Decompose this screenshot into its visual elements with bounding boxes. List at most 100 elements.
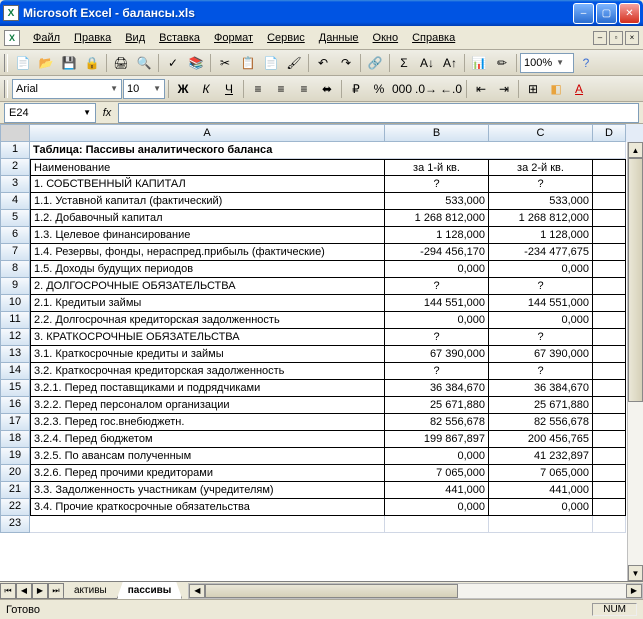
cell[interactable]: 1 128,000	[385, 227, 489, 244]
cell[interactable]: ?	[385, 329, 489, 346]
scroll-up-icon[interactable]: ▲	[628, 142, 643, 158]
cell[interactable]: 7 065,000	[385, 465, 489, 482]
merge-center-button[interactable]: ⬌	[316, 78, 338, 100]
increase-decimal-button[interactable]: .0→	[414, 78, 438, 100]
cell[interactable]: 1.1. Уставной капитал (фактический)	[30, 193, 385, 210]
name-box-dropdown-icon[interactable]: ▼	[83, 108, 91, 117]
cell[interactable]: 36 384,670	[489, 380, 593, 397]
menu-tools[interactable]: Сервис	[260, 30, 312, 46]
cell[interactable]	[593, 193, 626, 210]
scroll-right-icon[interactable]: ▶	[626, 584, 642, 598]
row-header[interactable]: 7	[0, 244, 30, 261]
close-button[interactable]: ✕	[619, 3, 640, 24]
underline-button[interactable]: Ч	[218, 78, 240, 100]
cell[interactable]	[30, 516, 385, 533]
spelling-button[interactable]: ✓	[162, 52, 184, 74]
format-painter-button[interactable]: 🖌	[283, 52, 305, 74]
row-header[interactable]: 18	[0, 431, 30, 448]
row-header[interactable]: 12	[0, 329, 30, 346]
cell[interactable]	[593, 176, 626, 193]
hyperlink-button[interactable]: 🔗	[364, 52, 386, 74]
sort-desc-button[interactable]: A↑	[439, 52, 461, 74]
menu-window[interactable]: Окно	[366, 30, 406, 46]
row-header[interactable]: 2	[0, 159, 30, 176]
row-header[interactable]: 8	[0, 261, 30, 278]
decrease-decimal-button[interactable]: ←.0	[439, 78, 463, 100]
font-size-combo[interactable]: 10▼	[123, 79, 165, 99]
tab-first-button[interactable]: ⏮	[0, 583, 16, 599]
cell[interactable]: 36 384,670	[385, 380, 489, 397]
cell[interactable]: ?	[385, 176, 489, 193]
row-header[interactable]: 13	[0, 346, 30, 363]
sheet-tab[interactable]: пассивы	[117, 582, 183, 599]
cell[interactable]: 0,000	[489, 261, 593, 278]
sheet-tab[interactable]: активы	[63, 582, 118, 599]
cell[interactable]: 3.2.5. По авансам полученным	[30, 448, 385, 465]
cell[interactable]: 533,000	[489, 193, 593, 210]
cell[interactable]: за 2-й кв.	[489, 159, 593, 176]
horizontal-scrollbar[interactable]: ◀ ▶	[188, 583, 643, 599]
copy-button[interactable]: 📋	[237, 52, 259, 74]
cell[interactable]	[593, 210, 626, 227]
cell[interactable]	[385, 516, 489, 533]
cell[interactable]	[593, 380, 626, 397]
cell[interactable]: 144 551,000	[489, 295, 593, 312]
row-header[interactable]: 5	[0, 210, 30, 227]
align-left-button[interactable]: ≡	[247, 78, 269, 100]
cell[interactable]: 0,000	[385, 448, 489, 465]
menu-file[interactable]: Файл	[26, 30, 67, 46]
comma-button[interactable]: 000	[391, 78, 413, 100]
menu-view[interactable]: Вид	[118, 30, 152, 46]
cell[interactable]	[593, 482, 626, 499]
cell[interactable]: Таблица: Пассивы аналитического баланса	[30, 142, 626, 159]
worksheet-grid[interactable]: ABCD 1Таблица: Пассивы аналитического ба…	[0, 124, 643, 581]
cell[interactable]	[593, 465, 626, 482]
cell[interactable]: 3.2.3. Перед гос.внебюджетн.	[30, 414, 385, 431]
menu-help[interactable]: Справка	[405, 30, 462, 46]
cell[interactable]	[593, 431, 626, 448]
cell[interactable]: 3.2.2. Перед персоналом организации	[30, 397, 385, 414]
formula-input[interactable]	[118, 103, 639, 123]
cell[interactable]: ?	[489, 363, 593, 380]
cell[interactable]: 3.4. Прочие краткосрочные обязательства	[30, 499, 385, 516]
cell[interactable]: 441,000	[385, 482, 489, 499]
select-all-corner[interactable]	[0, 124, 30, 142]
cell[interactable]: 3.3. Задолженность участникам (учредител…	[30, 482, 385, 499]
menu-format[interactable]: Формат	[207, 30, 260, 46]
align-center-button[interactable]: ≡	[270, 78, 292, 100]
cell[interactable]: 1 268 812,000	[385, 210, 489, 227]
cell[interactable]: 3.2.6. Перед прочими кредиторами	[30, 465, 385, 482]
cell[interactable]	[593, 312, 626, 329]
cut-button[interactable]: ✂	[214, 52, 236, 74]
align-right-button[interactable]: ≡	[293, 78, 315, 100]
cell[interactable]	[593, 278, 626, 295]
cell[interactable]: ?	[489, 176, 593, 193]
cell[interactable]	[593, 414, 626, 431]
cell[interactable]: 3.1. Краткосрочные кредиты и займы	[30, 346, 385, 363]
scroll-thumb[interactable]	[205, 584, 457, 598]
column-header[interactable]: A	[30, 124, 385, 142]
cell[interactable]: -294 456,170	[385, 244, 489, 261]
cell[interactable]: 3. КРАТКОСРОЧНЫЕ ОБЯЗАТЕЛЬСТВА	[30, 329, 385, 346]
column-header[interactable]: D	[593, 124, 626, 142]
cell[interactable]: Наименование	[30, 159, 385, 176]
cell[interactable]: 82 556,678	[489, 414, 593, 431]
cell[interactable]: 2. ДОЛГОСРОЧНЫЕ ОБЯЗАТЕЛЬСТВА	[30, 278, 385, 295]
cell[interactable]: 1 128,000	[489, 227, 593, 244]
italic-button[interactable]: К	[195, 78, 217, 100]
font-combo[interactable]: Arial▼	[12, 79, 122, 99]
cell[interactable]: 441,000	[489, 482, 593, 499]
row-header[interactable]: 3	[0, 176, 30, 193]
cell[interactable]: 199 867,897	[385, 431, 489, 448]
name-box[interactable]: E24 ▼	[4, 103, 96, 123]
cell[interactable]: ?	[489, 278, 593, 295]
cell[interactable]: 2.1. Кредитыи займы	[30, 295, 385, 312]
cell[interactable]: 25 671,880	[489, 397, 593, 414]
redo-button[interactable]: ↷	[335, 52, 357, 74]
row-header[interactable]: 17	[0, 414, 30, 431]
cell[interactable]	[593, 159, 626, 176]
zoom-combo[interactable]: 100%▼	[520, 53, 574, 73]
cell[interactable]: 144 551,000	[385, 295, 489, 312]
percent-button[interactable]: %	[368, 78, 390, 100]
column-header[interactable]: C	[489, 124, 593, 142]
